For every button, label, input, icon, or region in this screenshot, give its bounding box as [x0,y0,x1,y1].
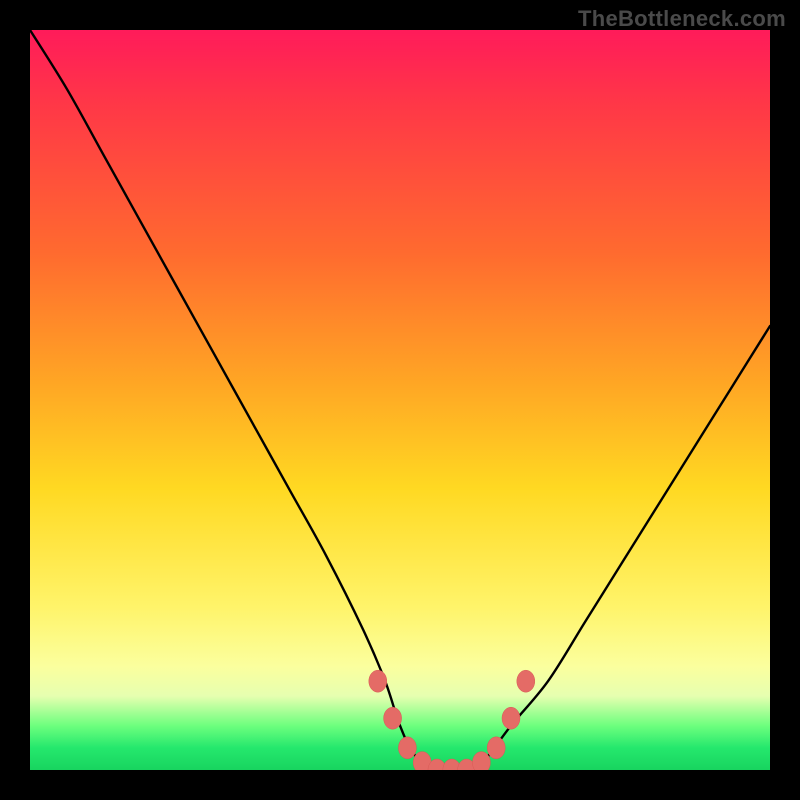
curve-marker [487,737,505,759]
watermark-text: TheBottleneck.com [578,6,786,32]
chart-frame: TheBottleneck.com [0,0,800,800]
curve-marker [517,670,535,692]
curve-marker [472,752,490,770]
curve-layer [30,30,770,770]
curve-marker [384,707,402,729]
curve-markers [369,670,535,770]
bottleneck-curve [30,30,770,770]
curve-marker [369,670,387,692]
plot-area [30,30,770,770]
curve-marker [502,707,520,729]
curve-marker [398,737,416,759]
